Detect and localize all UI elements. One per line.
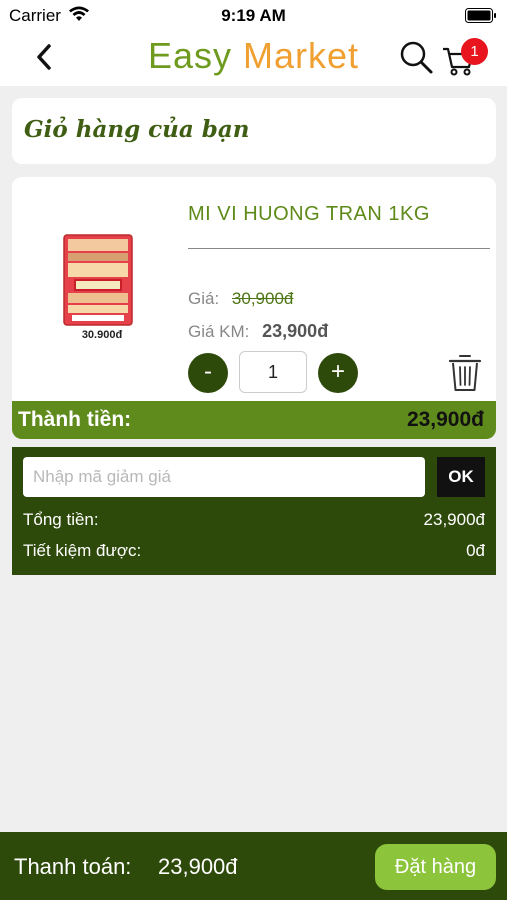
divider xyxy=(188,248,490,249)
product-image[interactable] xyxy=(62,233,134,329)
product-name[interactable]: MI VI HUONG TRAN 1KG xyxy=(188,203,430,226)
subtotal-value: 23,900đ xyxy=(406,408,484,431)
original-price: 30,900đ xyxy=(231,289,294,308)
increase-quantity-button[interactable]: + xyxy=(318,353,358,393)
clock: 9:19 AM xyxy=(221,6,286,25)
search-icon[interactable] xyxy=(398,39,434,75)
cart-item: 30.900đ MI VI HUONG TRAN 1KG Giá: 30,900… xyxy=(12,177,496,411)
payment-label: Thanh toán: xyxy=(14,854,132,879)
total-row: Tổng tiền: 23,900đ xyxy=(23,510,485,530)
saving-row: Tiết kiệm được: 0đ xyxy=(23,541,485,561)
place-order-button[interactable]: Đặt hàng xyxy=(375,844,496,890)
checkout-bar: Thanh toán: 23,900đ Đặt hàng xyxy=(0,832,507,900)
price-label: Giá: xyxy=(188,289,220,308)
payment-value: 23,900đ xyxy=(158,854,238,879)
trash-icon[interactable] xyxy=(448,353,482,393)
cart-count-badge: 1 xyxy=(461,38,488,65)
price-row: Giá: 30,900đ xyxy=(188,289,293,309)
sale-price-row: Giá KM: 23,900đ xyxy=(188,321,328,342)
app-title-part1: Easy xyxy=(147,35,232,76)
coupon-input[interactable] xyxy=(23,457,425,497)
saving-value: 0đ xyxy=(466,541,485,560)
decrease-quantity-button[interactable]: - xyxy=(188,353,228,393)
saving-label: Tiết kiệm được: xyxy=(23,541,142,560)
quantity-input[interactable]: 1 xyxy=(239,351,307,393)
apply-coupon-button[interactable]: OK xyxy=(437,457,485,497)
total-label: Tổng tiền: xyxy=(23,510,99,529)
app-title-part2: Market xyxy=(243,35,360,76)
status-bar: Carrier 9:19 AM xyxy=(0,0,507,30)
sale-price: 23,900đ xyxy=(262,321,329,341)
subtotal-label: Thành tiền: xyxy=(18,408,132,431)
order-summary-panel: OK Tổng tiền: 23,900đ Tiết kiệm được: 0đ xyxy=(12,447,496,575)
total-value: 23,900đ xyxy=(423,510,485,529)
battery-icon xyxy=(465,8,496,23)
nav-bar: Easy Market 1 xyxy=(0,30,507,86)
sale-price-label: Giá KM: xyxy=(188,322,250,341)
item-subtotal-bar: Thành tiền: 23,900đ xyxy=(12,401,496,439)
page-title: Giỏ hàng của bạn xyxy=(24,116,250,143)
image-price-tag: 30.900đ xyxy=(81,329,123,341)
cart-heading-card: Giỏ hàng của bạn xyxy=(12,98,496,164)
